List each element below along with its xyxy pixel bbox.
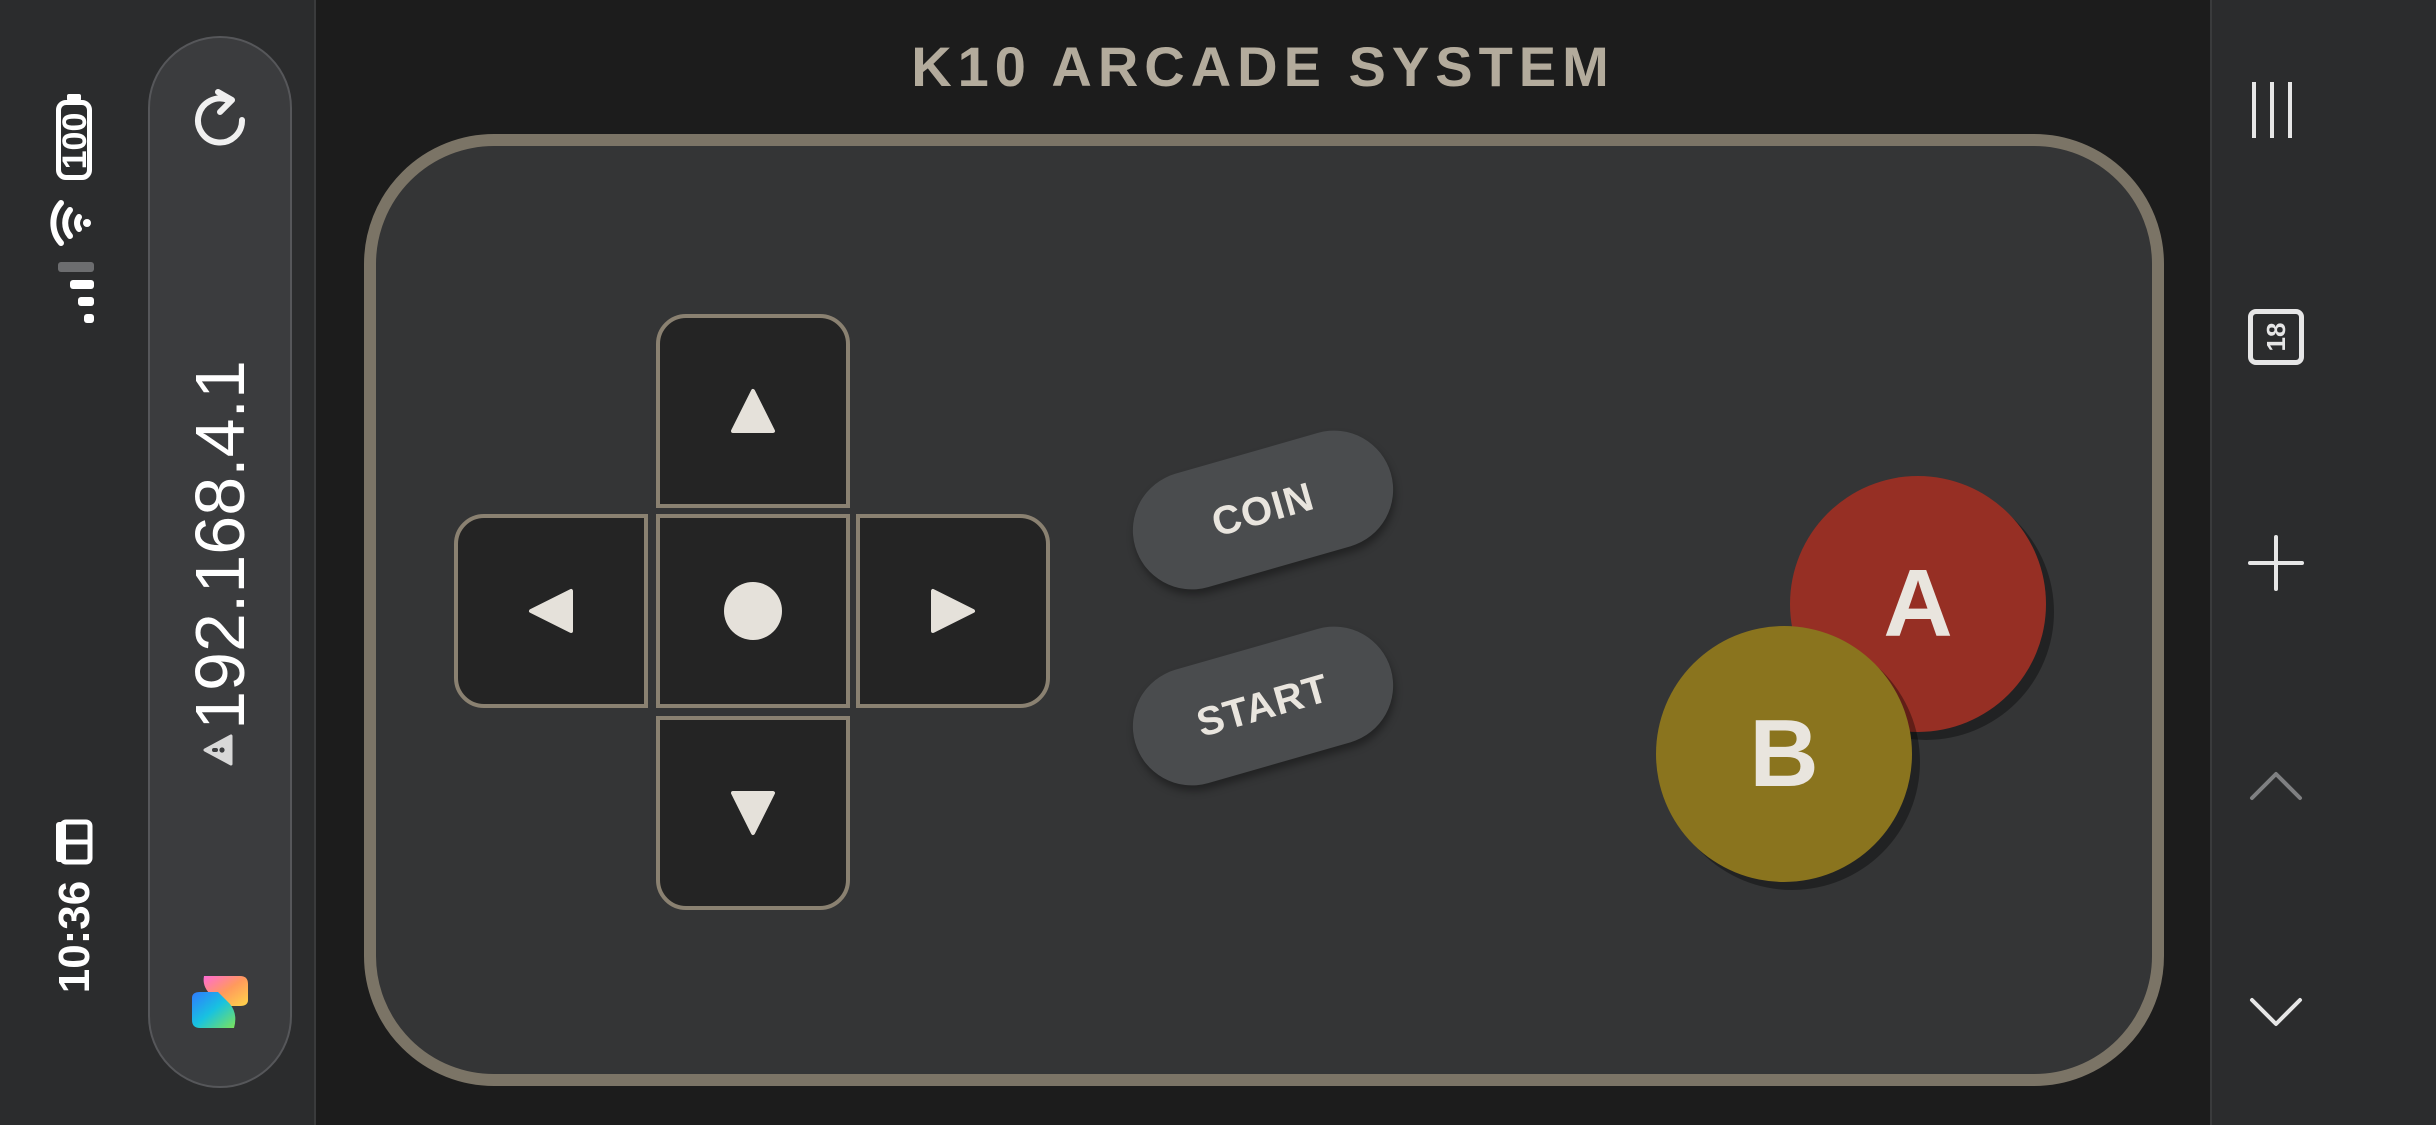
signal-bars-icon: [58, 262, 94, 323]
right-arrow-icon: [931, 589, 975, 633]
battery-level: 100: [56, 112, 94, 170]
center-dot-icon: [724, 582, 782, 640]
app-logo-icon[interactable]: [188, 970, 252, 1034]
start-label: START: [1191, 665, 1334, 746]
dpad-right-button[interactable]: [856, 514, 1050, 708]
plus-icon[interactable]: [2248, 535, 2304, 591]
url-text[interactable]: 192.168.4.1: [180, 345, 260, 745]
warning-icon[interactable]: [201, 733, 235, 767]
chevron-up-icon[interactable]: [2248, 764, 2304, 820]
right-toolbar: [2210, 0, 2436, 1125]
coin-label: COIN: [1206, 474, 1319, 546]
divider: [2210, 0, 2212, 1125]
page-title: K10 ARCADE SYSTEM: [911, 35, 1615, 98]
dpad-down-button[interactable]: [656, 716, 850, 910]
up-arrow-icon: [731, 389, 775, 433]
b-button[interactable]: B: [1656, 626, 1912, 882]
tabs-icon[interactable]: 18: [2248, 309, 2304, 365]
a-label: A: [1883, 550, 1953, 657]
chevron-down-icon[interactable]: [2248, 986, 2304, 1042]
clock-time: 10:36: [50, 880, 99, 994]
divider: [314, 0, 316, 1125]
dpad-center-button[interactable]: [656, 514, 850, 708]
reload-icon[interactable]: [188, 88, 252, 152]
down-arrow-icon: [731, 791, 775, 835]
dpad-up-button[interactable]: [656, 314, 850, 508]
menu-icon[interactable]: [2248, 82, 2304, 138]
left-arrow-icon: [529, 589, 573, 633]
b-label: B: [1749, 700, 1819, 807]
wifi-icon: [50, 200, 91, 246]
dpad-left-button[interactable]: [454, 514, 648, 708]
tab-count: 18: [2261, 322, 2291, 352]
